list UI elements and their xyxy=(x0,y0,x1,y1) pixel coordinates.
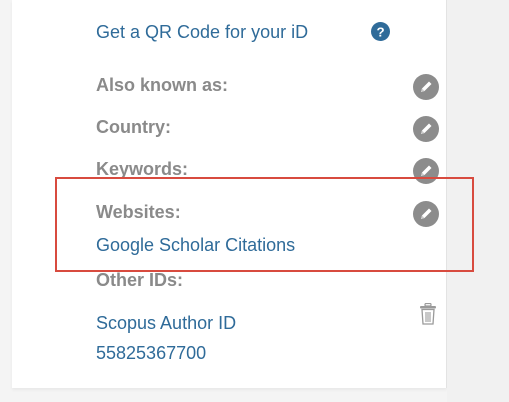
country-label: Country: xyxy=(96,117,171,137)
scopus-author-id-link[interactable]: Scopus Author ID xyxy=(96,313,236,334)
pencil-icon[interactable] xyxy=(412,73,440,106)
other-ids-label: Other IDs: xyxy=(96,270,184,290)
scopus-author-id-value[interactable]: 55825367700 xyxy=(96,343,206,364)
pencil-icon[interactable] xyxy=(412,115,440,148)
question-circle-icon[interactable]: ? xyxy=(371,22,390,46)
also-known-as-label: Also known as: xyxy=(96,75,229,95)
qr-code-link[interactable]: Get a QR Code for your iD xyxy=(96,22,308,43)
svg-text:?: ? xyxy=(376,24,384,39)
websites-highlight-box xyxy=(55,177,474,272)
trash-icon[interactable] xyxy=(419,302,437,330)
orcid-profile-sidebar: Get a QR Code for your iD ? Also known a… xyxy=(0,0,509,402)
